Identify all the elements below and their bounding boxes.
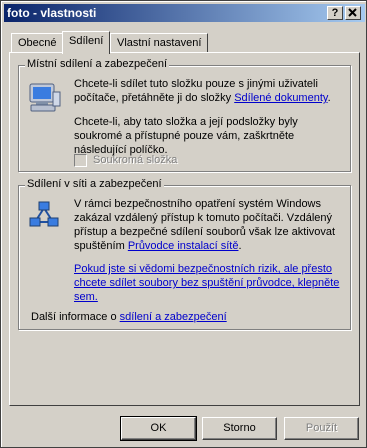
close-icon [348, 8, 357, 17]
network-sharing-group: Sdílení v síti a zabezpečení V rámci bez… [18, 178, 351, 330]
help-button[interactable]: ? [327, 6, 343, 20]
shared-documents-link[interactable]: Sdílené dokumenty [234, 92, 327, 104]
apply-button[interactable]: Použít [284, 417, 359, 440]
risk-acknowledge-link[interactable]: Pokud jste si vědomi bezpečnostních rizi… [74, 262, 346, 304]
computer-icon [29, 83, 61, 112]
local-sharing-para1: Chcete-li sdílet tuto složku pouze s jin… [74, 78, 331, 104]
sharing-security-link[interactable]: sdílení a zabezpečení [120, 311, 227, 323]
private-folder-label: Soukromá složka [93, 154, 178, 166]
tab-general[interactable]: Obecné [11, 33, 64, 53]
tab-sharing[interactable]: Sdílení [62, 31, 111, 54]
tab-customize[interactable]: Vlastní nastavení [110, 33, 209, 53]
local-sharing-para2: Chcete-li, aby tato složka a její podslo… [74, 116, 298, 156]
cancel-button[interactable]: Storno [202, 417, 277, 440]
network-sharing-title: Sdílení v síti a zabezpečení [25, 178, 164, 190]
private-folder-checkbox[interactable] [74, 154, 87, 167]
ok-button[interactable]: OK [120, 416, 197, 441]
network-icon [29, 201, 59, 227]
tab-panel-sharing: Místní sdílení a zabezpečení Chcete-li s… [9, 52, 360, 406]
more-info-line: Další informace o sdílení a zabezpečení [31, 311, 227, 323]
network-setup-wizard-link[interactable]: Průvodce instalací sítě [128, 240, 239, 252]
local-sharing-title: Místní sdílení a zabezpečení [25, 58, 170, 70]
window-title: foto - vlastnosti [7, 6, 97, 20]
local-sharing-group: Místní sdílení a zabezpečení Chcete-li s… [18, 58, 351, 172]
title-bar[interactable]: foto - vlastnosti ? [4, 4, 365, 22]
close-button[interactable] [345, 6, 361, 20]
properties-dialog: foto - vlastnosti ? Obecné Sdílení Vlast… [0, 0, 367, 448]
network-sharing-para1: V rámci bezpečnostního opatření systém W… [74, 198, 336, 252]
